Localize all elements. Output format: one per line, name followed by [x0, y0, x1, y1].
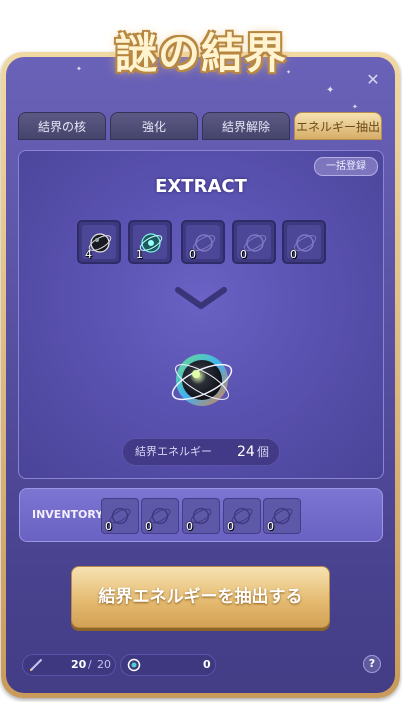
inventory-slot[interactable]: 0	[101, 498, 139, 534]
help-icon[interactable]: ?	[363, 655, 381, 673]
inventory-bar: INVENTORY 0 0 0 0 0	[19, 488, 383, 542]
tab-bar: 結界の核 強化 結界解除 エネルギー抽出	[18, 112, 384, 140]
inventory-slot[interactable]: 0	[223, 498, 261, 534]
energy-counter: 結界エネルギー 24 個	[122, 438, 280, 466]
window-title: 謎の結界	[114, 29, 287, 78]
bulk-register-button[interactable]: 一括登録	[314, 157, 378, 176]
slot-count: 0	[105, 520, 112, 533]
extract-title: EXTRACT	[155, 176, 247, 197]
barrier-energy-orb-icon	[171, 354, 233, 406]
extract-panel	[18, 150, 384, 479]
energy-value: 24	[237, 444, 255, 460]
slot-count: 1	[136, 248, 143, 261]
attempts-counter: 20 / 20	[22, 654, 116, 676]
currency-value: 0	[203, 658, 211, 671]
inventory-slot[interactable]: 0	[263, 498, 301, 534]
extract-energy-button[interactable]: 結界エネルギーを抽出する	[71, 566, 330, 628]
extract-slot[interactable]: 1	[128, 220, 172, 264]
window-title-wrap: 謎の結界	[0, 20, 402, 81]
slot-count: 0	[145, 520, 152, 533]
tab-energy-extract[interactable]: エネルギー抽出	[294, 112, 382, 140]
slot-count: 0	[267, 520, 274, 533]
coin-icon	[127, 658, 141, 672]
tab-barrier-core[interactable]: 結界の核	[18, 112, 106, 140]
pen-icon	[30, 659, 42, 671]
tab-barrier-release[interactable]: 結界解除	[202, 112, 290, 140]
chevron-down-icon	[175, 287, 227, 309]
slot-count: 0	[290, 248, 297, 261]
slot-count: 0	[240, 248, 247, 261]
inventory-slot[interactable]: 0	[141, 498, 179, 534]
slot-count: 0	[186, 520, 193, 533]
energy-label: 結界エネルギー	[135, 445, 212, 458]
slot-count: 0	[227, 520, 234, 533]
extract-slot[interactable]: 0	[181, 220, 225, 264]
extract-slot[interactable]: 0	[232, 220, 276, 264]
extract-slot[interactable]: 0	[282, 220, 326, 264]
attempts-max: 20	[97, 658, 111, 671]
slot-count: 4	[85, 248, 92, 261]
inventory-slot[interactable]: 0	[182, 498, 220, 534]
tab-enhance[interactable]: 強化	[110, 112, 198, 140]
attempts-separator: /	[88, 658, 92, 671]
close-icon[interactable]: ✕	[365, 72, 381, 88]
energy-unit: 個	[257, 445, 270, 459]
inventory-label: INVENTORY	[32, 508, 104, 521]
attempts-current: 20	[71, 658, 87, 671]
currency-counter: 0	[120, 654, 216, 676]
extract-slot[interactable]: 4	[77, 220, 121, 264]
slot-count: 0	[189, 248, 196, 261]
